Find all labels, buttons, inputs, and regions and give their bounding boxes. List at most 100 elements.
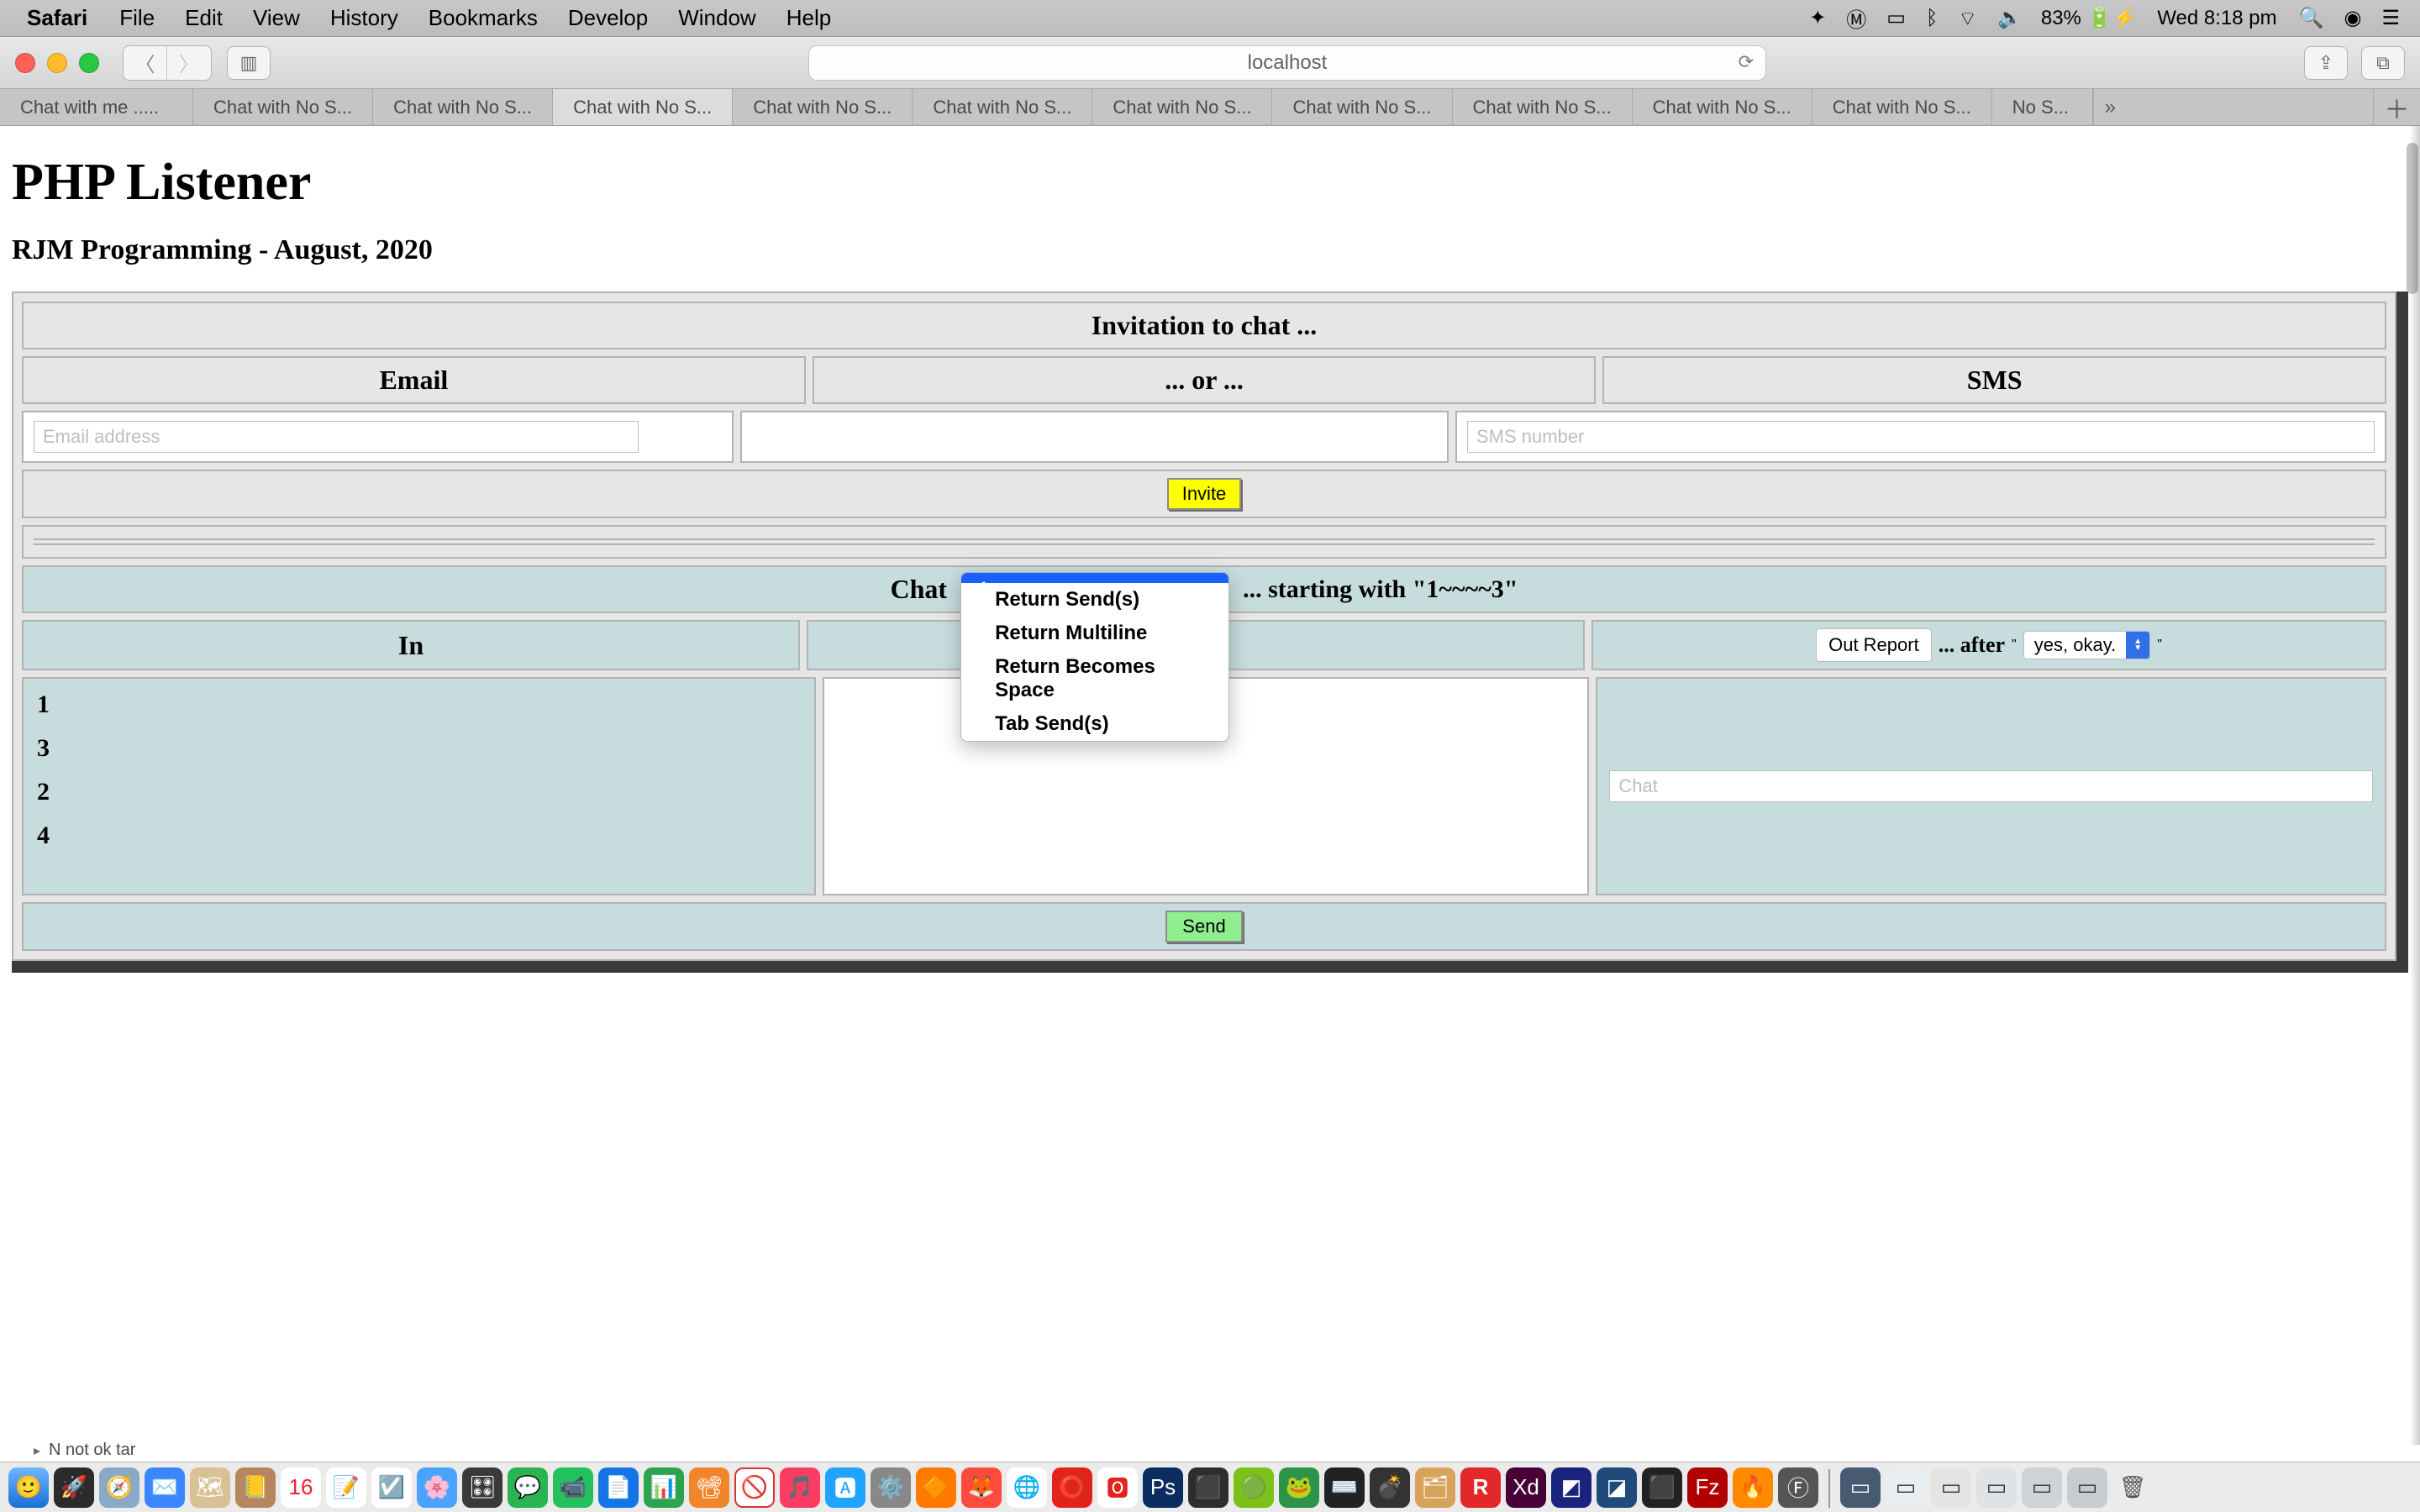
chat-mode-option-3[interactable]: Return Becomes Space [961,650,1228,707]
dock-ps-icon[interactable]: Ps [1143,1467,1183,1508]
spotlight-icon[interactable]: 🔍 [2289,6,2334,30]
siri-icon[interactable]: ◉ [2334,6,2372,30]
bluetooth-icon[interactable]: ᛒ [1916,7,1948,30]
tab-6[interactable]: Chat with No S... [1092,89,1272,125]
dock-icon-22[interactable]: 🦊 [961,1467,1002,1508]
tab-10[interactable]: Chat with No S... [1812,89,1992,125]
dock-icon-37[interactable]: ⬛ [1642,1467,1682,1508]
mbar-icon-1[interactable]: ✦ [1799,6,1836,30]
dock-mail-icon[interactable]: ✉️ [145,1467,185,1508]
chat-mode-option-0[interactable] [961,573,1228,583]
dock-terminal-icon[interactable]: ⌨️ [1324,1467,1365,1508]
address-bar[interactable]: localhost ⟳ [808,45,1766,81]
dock-icon-36[interactable]: ◪ [1597,1467,1637,1508]
finder-window-peek[interactable]: ▸ N not ok tar [34,1441,135,1460]
chat-mode-option-1[interactable]: Return Send(s) [961,583,1228,617]
dock-min-6[interactable]: ▭ [2067,1467,2107,1508]
dock-icon-25[interactable]: 🅾 [1097,1467,1138,1508]
dock-launchpad-icon[interactable]: 🚀 [54,1467,94,1508]
tab-1[interactable]: Chat with No S... [193,89,373,125]
chat-out-input[interactable] [1609,770,2373,802]
dock-filezilla-icon[interactable]: Fz [1687,1467,1728,1508]
tab-0[interactable]: Chat with me ..... [0,89,193,125]
dock-icon-29[interactable]: 🐸 [1279,1467,1319,1508]
dock-min-2[interactable]: ▭ [1886,1467,1926,1508]
tab-2[interactable]: Chat with No S... [373,89,553,125]
dock-maps-icon[interactable]: 🗺 [190,1467,230,1508]
dock-reminders-icon[interactable]: ☑️ [371,1467,412,1508]
dock-trash-icon[interactable]: 🗑 [2112,1467,2153,1508]
notification-center-icon[interactable]: ☰ [2371,6,2410,30]
email-input[interactable] [34,421,639,453]
dock-chrome-icon[interactable]: 🌐 [1007,1467,1047,1508]
chat-mode-dropdown[interactable]: Return Send(s) Return Multiline Return B… [960,572,1229,742]
menu-edit[interactable]: Edit [170,5,238,31]
window-minimize-button[interactable] [47,53,67,73]
menu-window[interactable]: Window [663,5,771,31]
out-report-button[interactable]: Out Report [1816,628,1932,662]
back-button[interactable]: 〈 [124,46,167,80]
dock-min-1[interactable]: ▭ [1840,1467,1881,1508]
menu-history[interactable]: History [315,5,413,31]
airplay-icon[interactable]: ▭ [1876,6,1916,30]
menu-help[interactable]: Help [771,5,846,31]
share-button[interactable]: ⇪ [2304,46,2348,80]
menubar-app-name[interactable]: Safari [27,5,104,31]
dock-min-5[interactable]: ▭ [2022,1467,2062,1508]
dock-icon-r[interactable]: R [1460,1467,1501,1508]
chat-mode-option-2[interactable]: Return Multiline [961,617,1228,650]
dock-icon-31[interactable]: 💣 [1370,1467,1410,1508]
tab-8[interactable]: Chat with No S... [1453,89,1633,125]
dock-icon-17[interactable]: 🚫 [734,1467,775,1508]
dock-pages-icon[interactable]: 📄 [598,1467,639,1508]
dock-contacts-icon[interactable]: 📒 [235,1467,276,1508]
forward-button[interactable]: 〉 [167,46,211,80]
sidebar-toggle-button[interactable]: ▥ [227,46,271,80]
dock-icon-27[interactable]: ⬛ [1188,1467,1228,1508]
reload-button[interactable]: ⟳ [1739,51,1754,73]
new-tab-button[interactable]: ＋ [2373,89,2420,125]
dock-photos-icon[interactable]: 🌸 [417,1467,457,1508]
dock-min-3[interactable]: ▭ [1931,1467,1971,1508]
dock-music-icon[interactable]: 🎵 [780,1467,820,1508]
menu-bookmarks[interactable]: Bookmarks [413,5,553,31]
dock-icon-32[interactable]: 🗂 [1415,1467,1455,1508]
after-select[interactable]: yes, okay. ▲▼ [2023,631,2150,659]
dock-xd-icon[interactable]: Xd [1506,1467,1546,1508]
dock-safari-icon[interactable]: 🧭 [99,1467,139,1508]
volume-icon[interactable]: 🔈 [1987,6,2033,30]
dock-icon-11[interactable]: 🎛 [462,1467,502,1508]
dock-appstore-icon[interactable]: 🅰 [825,1467,865,1508]
dock-finder-icon[interactable]: 🙂 [8,1467,49,1508]
show-tabs-button[interactable]: ⧉ [2361,46,2405,80]
dock-min-4[interactable]: ▭ [1976,1467,2017,1508]
tab-3[interactable]: Chat with No S... [553,89,733,125]
dock-notes-icon[interactable]: 📝 [326,1467,366,1508]
tab-4[interactable]: Chat with No S... [733,89,913,125]
dock-facetime-icon[interactable]: 📹 [553,1467,593,1508]
dock-icon-40[interactable]: Ⓕ [1778,1467,1818,1508]
menubar-clock[interactable]: Wed 8:18 pm [2145,7,2288,30]
dock-messages-icon[interactable]: 💬 [508,1467,548,1508]
tab-9[interactable]: Chat with No S... [1633,89,1812,125]
tab-7[interactable]: Chat with No S... [1272,89,1452,125]
dock-numbers-icon[interactable]: 📊 [644,1467,684,1508]
battery-status[interactable]: 83% 🔋⚡ [2033,6,2145,30]
window-zoom-button[interactable] [79,53,99,73]
dock-settings-icon[interactable]: ⚙️ [871,1467,911,1508]
menu-file[interactable]: File [104,5,170,31]
dock-icon-35[interactable]: ◩ [1551,1467,1591,1508]
window-close-button[interactable] [15,53,35,73]
dock-icon-21[interactable]: 🔶 [916,1467,956,1508]
tab-5[interactable]: Chat with No S... [913,89,1092,125]
chat-mode-option-4[interactable]: Tab Send(s) [961,707,1228,741]
invite-button[interactable]: Invite [1167,478,1242,510]
wifi-icon[interactable]: ⌔ [1948,6,1987,31]
send-button[interactable]: Send [1165,911,1242,942]
menu-develop[interactable]: Develop [553,5,663,31]
dock-icon-39[interactable]: 🔥 [1733,1467,1773,1508]
mbar-icon-2[interactable]: Ⓜ [1836,3,1876,33]
tab-11[interactable]: No S... [1992,89,2093,125]
sms-input[interactable] [1467,421,2375,453]
tab-overflow-button[interactable]: » [2093,89,2127,125]
